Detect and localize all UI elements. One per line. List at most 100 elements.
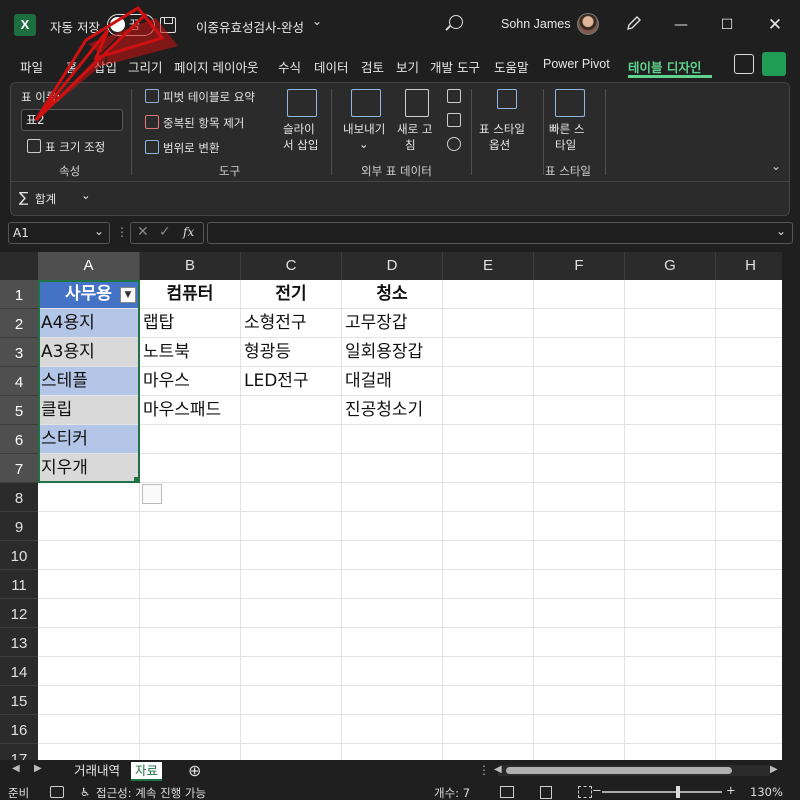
unlink-icon[interactable] [447,137,461,151]
cell-b11[interactable] [140,570,241,599]
cell-e2[interactable] [443,309,534,338]
accessibility-status[interactable]: 접근성: 계속 진행 가능 [96,785,206,800]
cell-e17[interactable] [443,744,534,760]
scroll-left-icon[interactable]: ◀ [12,763,20,774]
cell-h11[interactable] [716,570,782,599]
cell-b1[interactable]: 컴퓨터 [140,280,241,309]
row-header-6[interactable]: 6 [0,425,38,454]
cell-a16[interactable] [38,715,140,744]
cell-e16[interactable] [443,715,534,744]
cell-g15[interactable] [625,686,716,715]
export-button[interactable]: 내보내기 [343,121,385,137]
cell-f4[interactable] [534,367,625,396]
cell-e6[interactable] [443,425,534,454]
cell-b15[interactable] [140,686,241,715]
maximize-button[interactable]: ☐ [712,10,742,40]
cell-a2[interactable]: A4용지 [38,309,140,338]
quick-styles-button[interactable]: 빠른 스 [549,121,584,137]
cell-a5[interactable]: 클립 [38,396,140,425]
refresh-button-line2[interactable]: 침 [405,137,416,153]
tab-home[interactable]: 홈 [66,57,78,76]
cell-f11[interactable] [534,570,625,599]
cell-c2[interactable]: 소형전구 [241,309,342,338]
cell-c14[interactable] [241,657,342,686]
chevron-down-icon[interactable]: ⌄ [776,224,786,238]
cell-h8[interactable] [716,483,782,512]
resize-table-button[interactable]: 표 크기 조정 [45,139,105,155]
cell-h7[interactable] [716,454,782,483]
chevron-down-icon[interactable]: ⌄ [771,159,781,173]
cell-b5[interactable]: 마우스패드 [140,396,241,425]
cell-e1[interactable] [443,280,534,309]
cell-e15[interactable] [443,686,534,715]
cell-a11[interactable] [38,570,140,599]
cell-c9[interactable] [241,512,342,541]
designer-pen-icon[interactable] [626,15,642,31]
row-header-15[interactable]: 15 [0,686,38,715]
cell-a3[interactable]: A3용지 [38,338,140,367]
tab-page-layout[interactable]: 페이지 레이아웃 [174,57,258,76]
cell-b3[interactable]: 노트북 [140,338,241,367]
avatar[interactable] [577,13,599,35]
cell-d15[interactable] [342,686,443,715]
cell-h3[interactable] [716,338,782,367]
cell-c3[interactable]: 형광등 [241,338,342,367]
cell-g7[interactable] [625,454,716,483]
tab-file[interactable]: 파일 [20,57,43,76]
check-icon[interactable]: ✓ [159,224,171,240]
cell-h10[interactable] [716,541,782,570]
horizontal-scroll-thumb[interactable] [506,767,732,774]
cell-e8[interactable] [443,483,534,512]
cell-f8[interactable] [534,483,625,512]
cell-c11[interactable] [241,570,342,599]
cell-a7[interactable]: 지우개 [38,454,140,483]
cell-e13[interactable] [443,628,534,657]
cell-a10[interactable] [38,541,140,570]
cell-b17[interactable] [140,744,241,760]
cell-c15[interactable] [241,686,342,715]
cell-b4[interactable]: 마우스 [140,367,241,396]
macro-record-icon[interactable] [50,786,64,798]
worksheet-grid[interactable]: ABCDEFGH 1 2 3 4 5 6 7 8 9 10 11 12 13 14 15 16 17 사무용 컴퓨… [0,252,782,760]
tab-formulas[interactable]: 수식 [278,57,301,76]
cell-g3[interactable] [625,338,716,367]
cell-a8[interactable] [38,483,140,512]
column-header-f[interactable]: F [534,252,625,280]
tab-table-design[interactable]: 테이블 디자인 [628,57,701,76]
cell-d17[interactable] [342,744,443,760]
cell-c1[interactable]: 전기 [241,280,342,309]
cell-g12[interactable] [625,599,716,628]
zoom-slider-thumb[interactable] [676,786,680,798]
cell-e12[interactable] [443,599,534,628]
zoom-out-icon[interactable]: − [592,783,602,797]
page-layout-view-icon[interactable] [540,786,552,799]
cell-g6[interactable] [625,425,716,454]
cell-c16[interactable] [241,715,342,744]
cell-f1[interactable] [534,280,625,309]
cell-h6[interactable] [716,425,782,454]
cell-d13[interactable] [342,628,443,657]
zoom-slider[interactable] [602,791,722,793]
cell-f6[interactable] [534,425,625,454]
scroll-right-icon[interactable]: ▶ [770,764,778,775]
insert-slicer-button[interactable]: 슬라이 [283,121,315,137]
cell-h15[interactable] [716,686,782,715]
cell-a13[interactable] [38,628,140,657]
cell-e10[interactable] [443,541,534,570]
cell-b2[interactable]: 랩탑 [140,309,241,338]
cell-g5[interactable] [625,396,716,425]
select-all-corner[interactable] [0,252,38,280]
tab-developer[interactable]: 개발 도구 [430,57,480,76]
row-header-17[interactable]: 17 [0,744,38,760]
cell-g14[interactable] [625,657,716,686]
cell-e5[interactable] [443,396,534,425]
row-header-13[interactable]: 13 [0,628,38,657]
cell-b7[interactable] [140,454,241,483]
cell-h2[interactable] [716,309,782,338]
cell-g9[interactable] [625,512,716,541]
cell-g16[interactable] [625,715,716,744]
column-header-e[interactable]: E [443,252,534,280]
cell-a9[interactable] [38,512,140,541]
cell-d8[interactable] [342,483,443,512]
cell-b14[interactable] [140,657,241,686]
